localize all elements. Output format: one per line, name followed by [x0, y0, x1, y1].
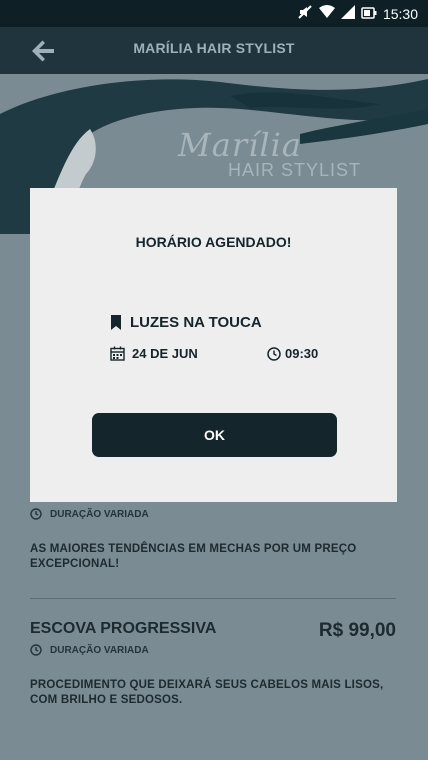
ok-button[interactable]: OK: [92, 413, 337, 457]
dialog-date: 24 DE JUN: [132, 346, 198, 361]
dialog-title: HORÁRIO AGENDADO!: [135, 234, 292, 250]
bookmark-icon: [111, 315, 121, 330]
dialog-time-row: 09:30: [267, 346, 318, 361]
modal-overlay[interactable]: HORÁRIO AGENDADO! LUZES NA TOUCA 24 DE J…: [0, 0, 428, 760]
dialog-date-row: 24 DE JUN: [110, 346, 198, 361]
confirmation-dialog: HORÁRIO AGENDADO! LUZES NA TOUCA 24 DE J…: [30, 188, 397, 502]
dialog-service-row: LUZES NA TOUCA: [110, 314, 262, 331]
calendar-icon: [110, 346, 125, 361]
dialog-service-name: LUZES NA TOUCA: [130, 314, 262, 331]
dialog-time: 09:30: [285, 346, 319, 361]
clock-icon: [267, 346, 281, 361]
